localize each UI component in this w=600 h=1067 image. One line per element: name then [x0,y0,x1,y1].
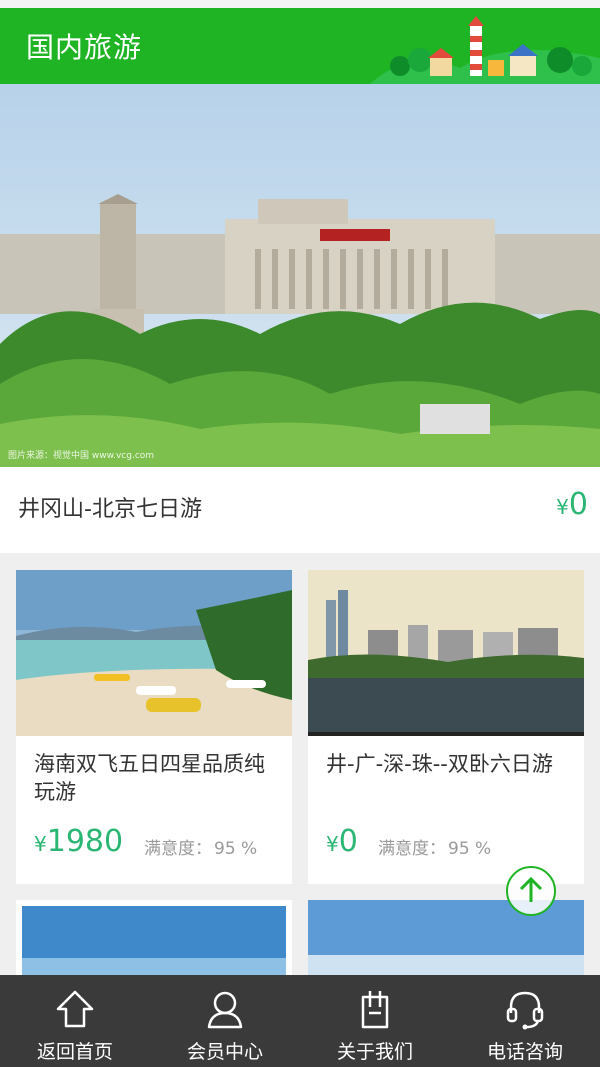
tab-home[interactable]: 返回首页 [0,975,150,1067]
hero-price: ¥0 [556,487,588,522]
header-illustration [370,16,600,84]
status-strip [0,0,600,8]
tab-phone-consult[interactable]: 电话咨询 [450,975,600,1067]
page-title: 国内旅游 [26,31,143,64]
tour-card-title: 井-广-深-珠--双卧六日游 [326,752,553,776]
hero-price-value: 0 [568,487,588,522]
bottom-tab-bar: 返回首页 会员中心 关于我们 电话咨询 [0,975,600,1067]
arrow-up-icon [519,876,543,902]
tour-card-price-value: 1980 [46,824,124,859]
headset-icon [506,991,544,1030]
hero-photo [0,84,600,467]
satisfaction: 满意度： 95 % [378,834,491,859]
hero-info[interactable]: 井冈山-北京七日游 ¥0 [0,467,600,553]
tour-card-price: ¥1980 [34,824,123,859]
tour-card-image [22,906,286,980]
tour-card[interactable]: 海南双飞五日四星品质纯玩游 ¥1980 满意度： 95 % [16,570,292,884]
tab-member-center[interactable]: 会员中心 [150,975,300,1067]
tour-card-image [16,570,292,736]
tour-card-partial[interactable] [16,900,292,980]
app-header: 国内旅游 [0,8,600,84]
tab-home-label: 返回首页 [36,1041,113,1063]
satisfaction-value: 95 % [448,839,492,859]
tour-card-title: 海南双飞五日四星品质纯玩游 [34,752,265,804]
image-source-caption: 图片来源：视觉中国 www.vcg.com [8,451,155,461]
hero-tour-name: 井冈山-北京七日游 [18,497,202,522]
tour-card-price-value: 0 [338,824,358,859]
currency-symbol: ¥ [34,832,47,856]
tour-card-image [308,570,584,736]
tab-member-label: 会员中心 [186,1041,263,1063]
back-to-top-button[interactable] [506,866,556,916]
satisfaction: 满意度： 95 % [144,834,257,859]
satisfaction-label: 满意度： [144,839,212,859]
currency-symbol: ¥ [326,832,339,856]
satisfaction-value: 95 % [214,839,258,859]
user-icon [207,991,243,1029]
currency-symbol: ¥ [556,495,569,519]
info-icon [361,991,389,1029]
home-icon [56,990,94,1028]
hero-image[interactable]: 图片来源：视觉中国 www.vcg.com [0,84,600,467]
tour-card[interactable]: 井-广-深-珠--双卧六日游 ¥0 满意度： 95 % [308,570,584,884]
tab-phone-label: 电话咨询 [486,1041,563,1063]
tab-about-label: 关于我们 [336,1041,413,1063]
tour-card-price: ¥0 [326,824,358,859]
tab-about-us[interactable]: 关于我们 [300,975,450,1067]
satisfaction-label: 满意度： [378,839,446,859]
